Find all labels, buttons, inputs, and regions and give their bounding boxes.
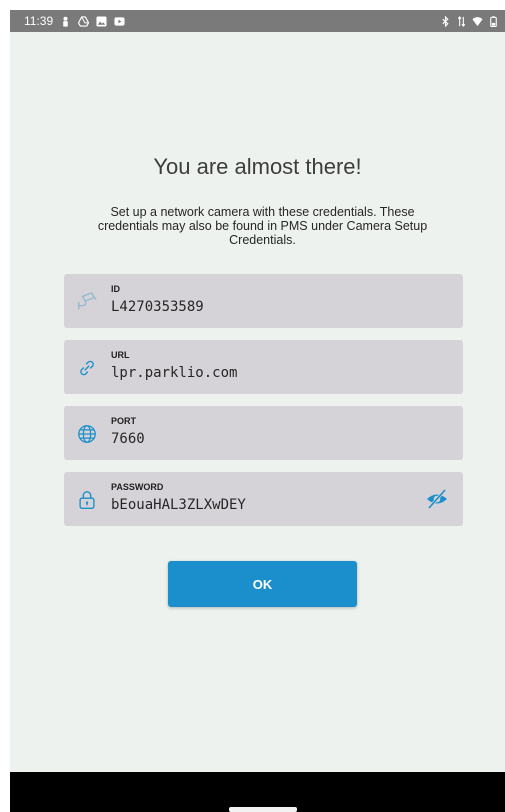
ok-button[interactable]: OK (168, 561, 357, 607)
home-handle[interactable] (229, 807, 297, 812)
status-right (440, 15, 499, 27)
battery-icon (490, 15, 497, 27)
bluetooth-icon (442, 15, 449, 27)
status-time: 11:39 (24, 14, 54, 28)
wifi-icon (472, 16, 483, 26)
navigation-bar (10, 772, 505, 812)
credentials-screen: You are almost there! Set up a network c… (10, 32, 505, 772)
port-label: PORT (111, 416, 137, 426)
port-field[interactable]: PORT 7660 (64, 406, 463, 460)
url-value: lpr.parklio.com (111, 365, 238, 381)
link-icon (80, 360, 94, 376)
image-icon (96, 15, 107, 27)
id-value: L4270353589 (111, 299, 204, 315)
data-arrows-icon (457, 15, 466, 27)
id-label: ID (111, 284, 120, 294)
eye-off-icon[interactable] (425, 487, 449, 511)
port-value: 7660 (111, 431, 145, 447)
globe-icon (78, 425, 96, 443)
lock-icon (79, 491, 95, 509)
url-field[interactable]: URL lpr.parklio.com (64, 340, 463, 394)
drive-icon (78, 15, 90, 27)
id-field[interactable]: ID L4270353589 (64, 274, 463, 328)
page-title: You are almost there! (153, 154, 362, 179)
page-subtitle: Set up a network camera with these crede… (97, 205, 428, 247)
password-field[interactable]: PASSWORD bEouaHAL3ZLXwDEY (64, 472, 463, 526)
status-left: 11:39 (24, 14, 125, 28)
password-label: PASSWORD (111, 482, 164, 492)
url-label: URL (111, 350, 130, 360)
status-bar: 11:39 (10, 10, 505, 32)
youtube-icon (114, 16, 125, 26)
person-icon (63, 16, 68, 27)
cctv-camera-icon (78, 292, 97, 310)
password-value: bEouaHAL3ZLXwDEY (111, 497, 246, 513)
